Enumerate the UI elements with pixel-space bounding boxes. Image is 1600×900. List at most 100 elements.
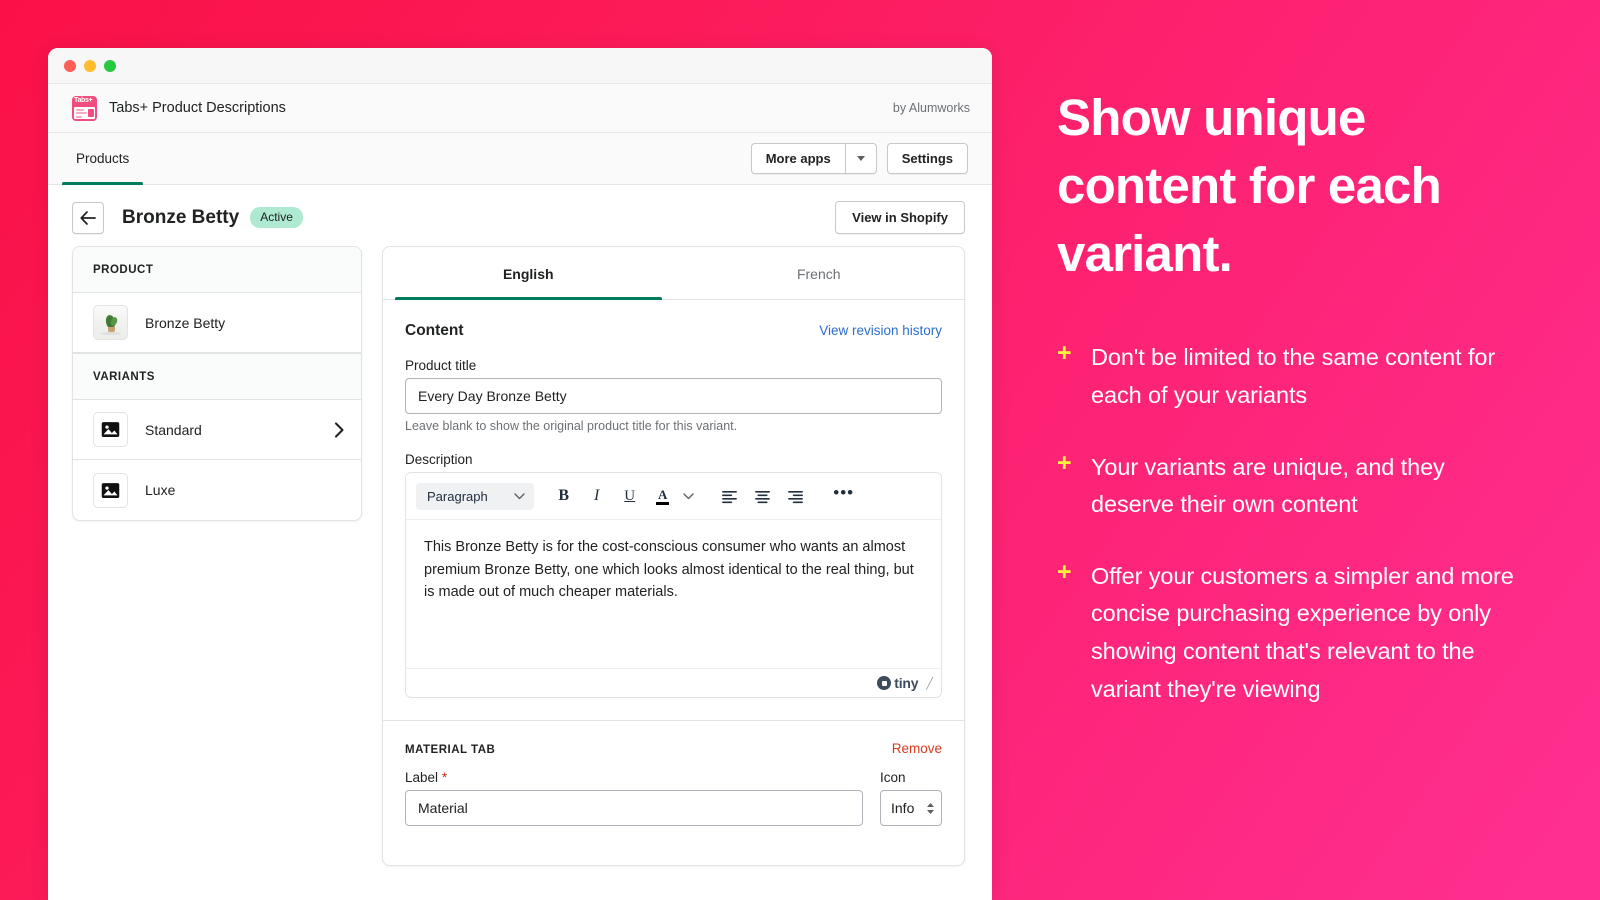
app-byline: by Alumworks bbox=[892, 101, 970, 115]
tinymce-wordmark: tiny bbox=[894, 675, 919, 691]
zoom-window-button[interactable] bbox=[104, 59, 116, 72]
thumbnail-shadow bbox=[100, 332, 121, 335]
required-marker: * bbox=[441, 770, 448, 785]
tab-english-label: English bbox=[502, 266, 554, 282]
material-tab-fields: Label * Icon Info bbox=[405, 770, 942, 826]
view-in-shopify-button[interactable]: View in Shopify bbox=[835, 201, 965, 234]
product-variant-list-card: PRODUCT Bronze Betty VARIANTS Standard L… bbox=[72, 246, 362, 521]
tinymce-logo[interactable]: tiny bbox=[877, 675, 919, 691]
remove-material-tab-link[interactable]: Remove bbox=[892, 741, 942, 756]
select-arrows-icon bbox=[926, 802, 935, 815]
app-icon-label: Tabs+ bbox=[74, 96, 93, 104]
tinymce-mark-icon bbox=[877, 676, 892, 690]
nav-tab-list: Products bbox=[48, 133, 144, 185]
material-icon-select[interactable]: Info bbox=[880, 790, 942, 826]
page-body: PRODUCT Bronze Betty VARIANTS Standard L… bbox=[48, 246, 992, 866]
more-apps-button-group: More apps bbox=[750, 143, 877, 174]
tab-products[interactable]: Products bbox=[62, 133, 144, 185]
editor-status-bar: tiny ╱ bbox=[406, 668, 941, 697]
app-header: Tabs+ Tabs+ Product Descriptions by Alum… bbox=[48, 84, 992, 133]
product-section-header: PRODUCT bbox=[73, 247, 361, 293]
page-header: Bronze Betty Active View in Shopify bbox=[48, 185, 992, 246]
bold-button[interactable]: B bbox=[549, 482, 579, 510]
label-field-group: Label * bbox=[405, 770, 863, 826]
arrow-left-icon bbox=[80, 210, 96, 225]
variant-name: Luxe bbox=[145, 482, 176, 498]
text-color-swatch bbox=[656, 501, 670, 505]
more-options-button[interactable]: ••• bbox=[829, 482, 859, 510]
nav-actions: More apps Settings bbox=[750, 133, 980, 184]
list-item-variant-luxe[interactable]: Luxe bbox=[73, 460, 361, 520]
align-right-icon bbox=[788, 490, 804, 503]
content-title: Content bbox=[405, 322, 464, 339]
material-label-input[interactable] bbox=[405, 790, 863, 826]
promo-bullet: + Offer your customers a simpler and mor… bbox=[1057, 558, 1527, 708]
label-field-label: Label * bbox=[405, 770, 863, 785]
product-title-help-text: Leave blank to show the original product… bbox=[405, 419, 738, 433]
align-left-icon bbox=[722, 490, 738, 503]
editor-toolbar: Paragraph B I U A ••• bbox=[406, 473, 941, 520]
underline-button[interactable]: U bbox=[615, 482, 645, 510]
view-revision-history-link[interactable]: View revision history bbox=[819, 323, 942, 338]
promo-bullet-text: Don't be limited to the same content for… bbox=[1091, 344, 1496, 409]
material-tab-header: MATERIAL TAB Remove bbox=[405, 741, 942, 756]
promo-bullet: + Your variants are unique, and they des… bbox=[1057, 449, 1527, 524]
product-title-input[interactable] bbox=[405, 378, 942, 414]
page-title: Bronze Betty bbox=[122, 206, 240, 228]
product-title-label: Product title bbox=[405, 358, 477, 373]
more-apps-button[interactable]: More apps bbox=[750, 143, 845, 174]
material-tab-section: MATERIAL TAB Remove Label * Icon bbox=[383, 721, 964, 848]
tab-french-label: French bbox=[796, 266, 841, 282]
tabs-plus-app-icon: Tabs+ bbox=[72, 95, 97, 121]
plus-icon: + bbox=[1057, 557, 1072, 586]
tab-english[interactable]: English bbox=[383, 247, 674, 300]
align-left-button[interactable] bbox=[715, 482, 745, 510]
plus-icon: + bbox=[1057, 339, 1072, 368]
promo-bullet-text: Your variants are unique, and they deser… bbox=[1091, 453, 1445, 518]
tab-french[interactable]: French bbox=[674, 247, 965, 299]
promo-panel: Show unique content for each variant. + … bbox=[1057, 84, 1527, 742]
chevron-down-icon bbox=[514, 492, 525, 499]
app-window: Tabs+ Tabs+ Product Descriptions by Alum… bbox=[48, 48, 992, 900]
promo-heading: Show unique content for each variant. bbox=[1057, 89, 1442, 282]
promo-bullet-text: Offer your customers a simpler and more … bbox=[1091, 562, 1514, 702]
list-item-variant-standard[interactable]: Standard bbox=[73, 400, 361, 460]
chevron-right-icon bbox=[334, 421, 345, 438]
variant-image-placeholder bbox=[93, 412, 128, 447]
app-nav-bar: Products More apps Settings bbox=[48, 133, 992, 185]
back-button[interactable] bbox=[72, 201, 104, 234]
tab-products-label: Products bbox=[76, 151, 130, 166]
variant-image-placeholder bbox=[93, 472, 128, 508]
minimize-window-button[interactable] bbox=[84, 59, 96, 72]
block-format-select[interactable]: Paragraph bbox=[416, 482, 534, 510]
content-section-header: Content View revision history bbox=[405, 322, 942, 340]
material-tab-title: MATERIAL TAB bbox=[405, 744, 496, 756]
description-rich-text-editor: Paragraph B I U A ••• This Bronze Betty … bbox=[405, 472, 942, 698]
italic-button[interactable]: I bbox=[582, 482, 612, 510]
close-window-button[interactable] bbox=[64, 59, 76, 72]
variants-section-header: VARIANTS bbox=[73, 353, 361, 400]
image-placeholder-icon bbox=[101, 482, 120, 498]
editor-resize-handle[interactable]: ╱ bbox=[926, 677, 933, 690]
window-titlebar bbox=[48, 48, 992, 84]
align-center-icon bbox=[755, 490, 771, 503]
chevron-down-icon bbox=[683, 492, 694, 499]
language-tab-list: English French bbox=[383, 247, 964, 300]
page-header-actions: View in Shopify bbox=[835, 201, 965, 234]
block-format-value: Paragraph bbox=[427, 488, 488, 504]
status-badge: Active bbox=[250, 207, 303, 228]
settings-button[interactable]: Settings bbox=[886, 143, 968, 174]
align-center-button[interactable] bbox=[748, 482, 778, 510]
description-label: Description bbox=[405, 452, 473, 467]
description-editor-body[interactable]: This Bronze Betty is for the cost-consci… bbox=[406, 520, 941, 668]
text-color-dropdown-button[interactable] bbox=[681, 492, 697, 500]
more-apps-dropdown-button[interactable] bbox=[844, 143, 877, 174]
content-section: Content View revision history Product ti… bbox=[383, 300, 964, 720]
content-editor-card: English French Content View revision his… bbox=[382, 246, 965, 866]
align-right-button[interactable] bbox=[781, 482, 811, 510]
promo-bullet: + Don't be limited to the same content f… bbox=[1057, 339, 1527, 414]
list-item-product[interactable]: Bronze Betty bbox=[73, 293, 361, 353]
product-thumbnail bbox=[93, 305, 128, 340]
icon-field-label: Icon bbox=[880, 770, 906, 785]
text-color-button[interactable]: A bbox=[648, 482, 678, 510]
